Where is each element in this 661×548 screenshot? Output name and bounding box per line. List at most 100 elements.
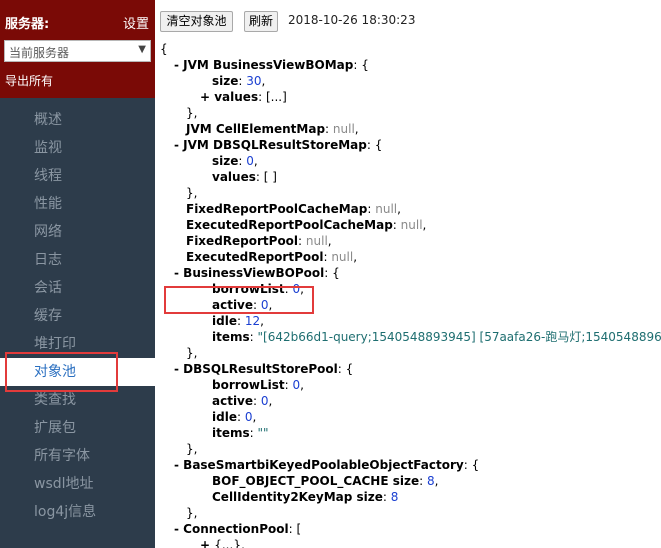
json-line: FixedReportPoolCacheMap: null,: [186, 201, 401, 217]
json-key: BaseSmartbiKeyedPoolableObjectFactory: [183, 458, 464, 472]
json-punct: },: [186, 106, 198, 120]
json-line: - JVM BusinessViewBOMap: {: [174, 57, 369, 73]
json-number: 0: [260, 298, 269, 312]
json-punct: ,: [252, 410, 257, 424]
json-line: + values: [...]: [200, 89, 287, 105]
json-key: ConnectionPool: [183, 522, 289, 536]
json-line: + {...},: [200, 537, 245, 548]
sidebar-item[interactable]: 对象池: [0, 358, 155, 386]
json-line: items: "[642b66d1-query;1540548893945] […: [212, 329, 661, 345]
export-all-link[interactable]: 导出所有: [5, 72, 53, 89]
json-punct: : {: [337, 362, 354, 376]
sidebar-item[interactable]: 堆打印: [0, 330, 155, 358]
expand-toggle[interactable]: -: [174, 458, 183, 472]
json-key: items: [212, 426, 250, 440]
json-punct: :: [253, 298, 261, 312]
json-number: 0: [292, 378, 301, 392]
json-punct: {: [160, 42, 168, 56]
json-line: - ConnectionPool: [: [174, 521, 301, 537]
expand-toggle[interactable]: -: [174, 522, 183, 536]
json-line: ExecutedReportPool: null,: [186, 249, 357, 265]
sidebar-item[interactable]: 网络: [0, 218, 155, 246]
sidebar-item[interactable]: 类查找: [0, 386, 155, 414]
json-punct: :: [382, 490, 391, 504]
json-key: borrowList: [212, 282, 285, 296]
sidebar-item[interactable]: log4j信息: [0, 498, 155, 526]
sidebar-header: 服务器: 设置 当前服务器 ▼ 导出所有: [0, 0, 155, 98]
json-punct: : [...]: [258, 90, 287, 104]
json-punct: :: [236, 410, 245, 424]
json-line: },: [186, 185, 197, 201]
json-line: borrowList: 0,: [212, 377, 304, 393]
expand-toggle[interactable]: +: [200, 538, 214, 548]
sidebar: 服务器: 设置 当前服务器 ▼ 导出所有 概述 监视 线程 性能 网络 日志 会话 缓存 堆打印…: [0, 0, 155, 548]
refresh-button[interactable]: 刷新: [244, 11, 278, 32]
expand-toggle[interactable]: -: [174, 362, 183, 376]
json-punct: :: [249, 426, 258, 440]
chevron-down-icon: ▼: [138, 44, 146, 55]
json-line: idle: 12,: [212, 313, 264, 329]
json-line: },: [186, 505, 197, 521]
expand-toggle[interactable]: +: [200, 90, 214, 104]
json-null: null: [375, 202, 398, 216]
json-key: idle: [212, 410, 237, 424]
json-line: - BaseSmartbiKeyedPoolableObjectFactory:…: [174, 457, 479, 473]
sidebar-item[interactable]: 日志: [0, 246, 155, 274]
json-punct: ,: [354, 122, 359, 136]
sidebar-item[interactable]: 缓存: [0, 302, 155, 330]
json-key: FixedReportPoolCacheMap: [186, 202, 368, 216]
json-punct: : [ ]: [255, 170, 277, 184]
json-key: DBSQLResultStorePool: [183, 362, 338, 376]
json-line: - DBSQLResultStorePool: {: [174, 361, 353, 377]
json-line: CellIdentity2KeyMap size: 8: [212, 489, 398, 505]
json-number: 0: [292, 282, 301, 296]
json-punct: : {: [366, 138, 383, 152]
json-string: "[642b66d1-query;1540548893945] [57aafa2…: [257, 330, 661, 344]
sidebar-item[interactable]: 扩展包: [0, 414, 155, 442]
json-line: },: [186, 441, 197, 457]
json-key: borrowList: [212, 378, 285, 392]
sidebar-item[interactable]: 所有字体: [0, 442, 155, 470]
sidebar-item[interactable]: 监视: [0, 134, 155, 162]
json-number: 0: [246, 154, 254, 168]
json-number: 12: [244, 314, 261, 328]
json-line: BOF_OBJECT_POOL_CACHE size: 8,: [212, 473, 438, 489]
json-punct: ,: [327, 234, 332, 248]
sidebar-item[interactable]: wsdl地址: [0, 470, 155, 498]
json-null: null: [332, 122, 355, 136]
sidebar-item[interactable]: 线程: [0, 162, 155, 190]
server-label: 服务器:: [5, 17, 50, 32]
json-viewer: {- JVM BusinessViewBOMap: {size: 30, + va…: [160, 40, 661, 548]
json-null: null: [305, 234, 328, 248]
json-punct: :: [284, 378, 293, 392]
json-punct: :: [253, 394, 261, 408]
json-punct: ,: [261, 74, 266, 88]
json-punct: :: [298, 234, 306, 248]
sidebar-item[interactable]: 会话: [0, 274, 155, 302]
expand-toggle[interactable]: -: [174, 58, 183, 72]
json-punct: ,: [253, 154, 258, 168]
json-punct: :: [325, 122, 333, 136]
json-key: active: [212, 298, 254, 312]
json-line: items: "": [212, 425, 269, 441]
clear-pool-button[interactable]: 清空对象池: [160, 11, 233, 32]
server-select[interactable]: 当前服务器 ▼: [4, 40, 151, 62]
json-punct: :: [284, 282, 293, 296]
json-punct: ,: [353, 250, 358, 264]
json-key: JVM DBSQLResultStoreMap: [183, 138, 367, 152]
sidebar-item[interactable]: 概述: [0, 106, 155, 134]
json-number: 8: [426, 474, 435, 488]
json-line: borrowList: 0,: [212, 281, 304, 297]
json-punct: ,: [268, 394, 273, 408]
json-key: size: [212, 154, 239, 168]
json-null: null: [331, 250, 354, 264]
settings-link[interactable]: 设置: [123, 13, 149, 32]
json-line: {: [160, 41, 168, 57]
sidebar-item[interactable]: 性能: [0, 190, 155, 218]
expand-toggle[interactable]: -: [174, 266, 183, 280]
json-line: },: [186, 345, 197, 361]
json-number: 8: [390, 490, 399, 504]
expand-toggle[interactable]: -: [174, 138, 183, 152]
json-key: CellIdentity2KeyMap size: [212, 490, 383, 504]
json-punct: :: [392, 218, 401, 232]
